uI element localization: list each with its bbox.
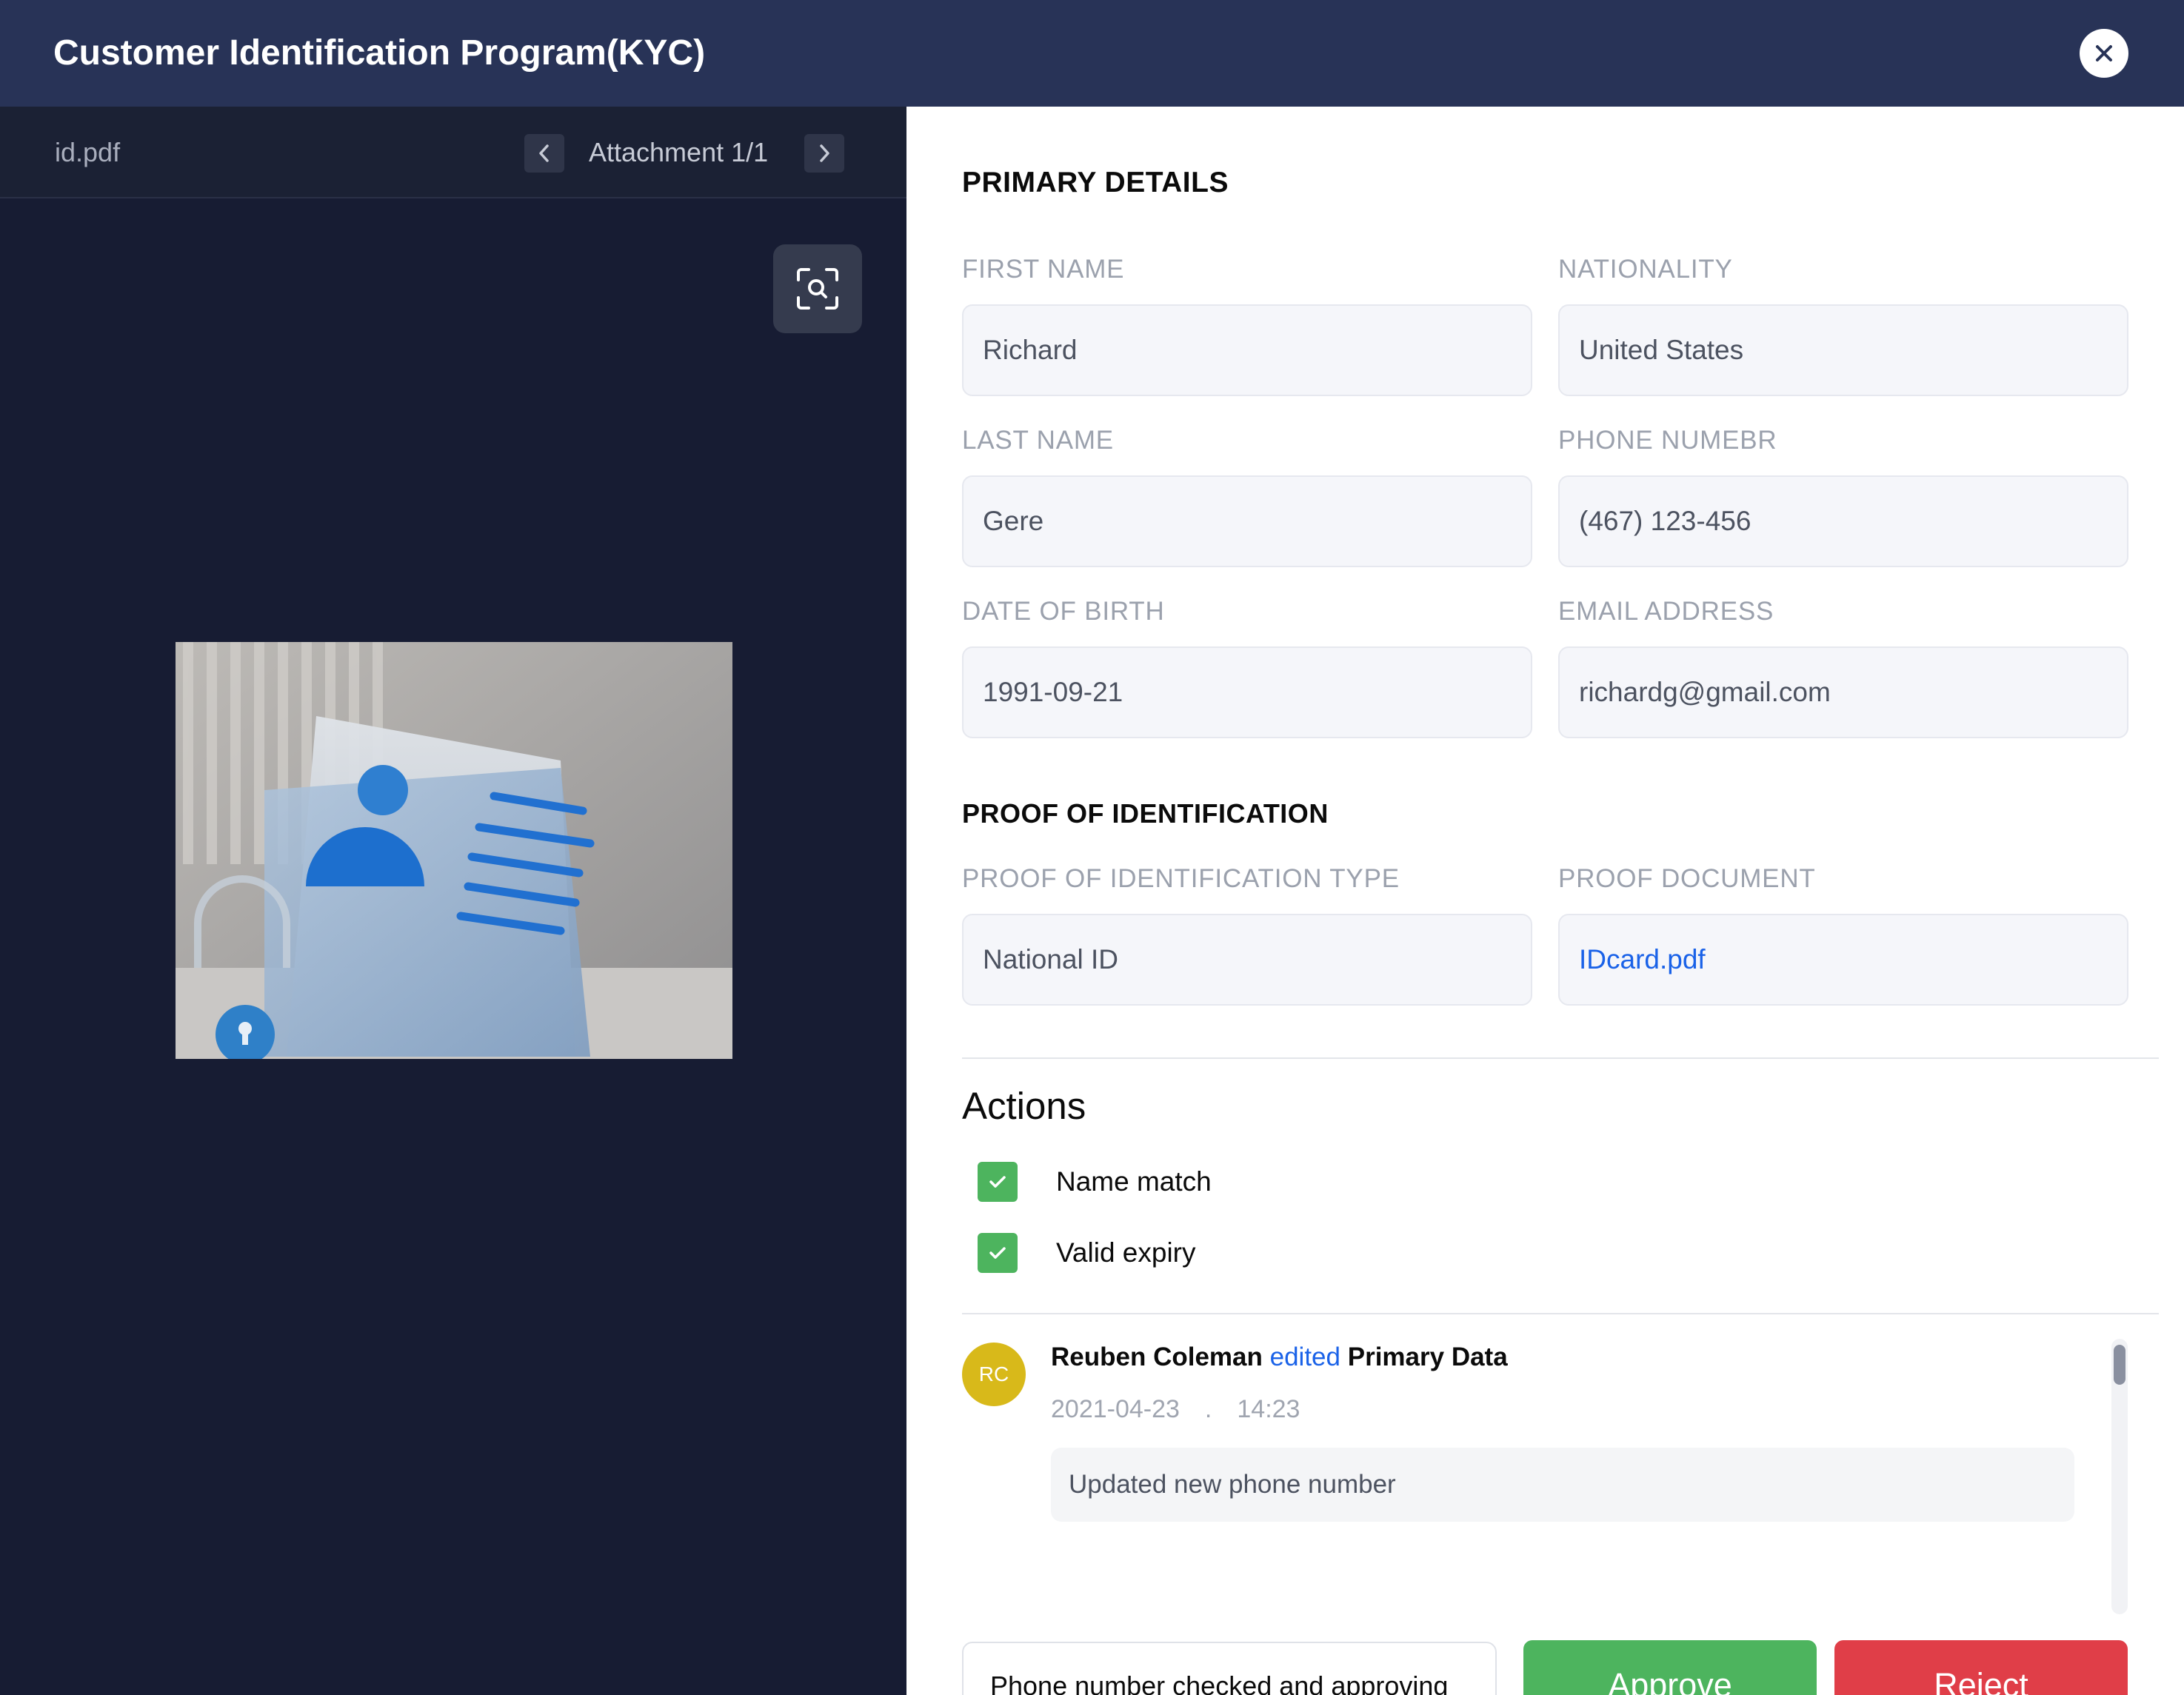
first-name-label: FIRST NAME xyxy=(962,255,1125,284)
valid-expiry-checkbox[interactable]: Valid expiry xyxy=(978,1233,1196,1273)
divider xyxy=(962,1313,2159,1314)
checkmark-icon xyxy=(989,1247,1006,1259)
proof-type-label: PROOF OF IDENTIFICATION TYPE xyxy=(962,864,1400,893)
activity-time: 14:23 xyxy=(1237,1395,1300,1423)
chevron-left-icon xyxy=(539,144,549,162)
chevron-right-icon xyxy=(820,144,829,162)
name-match-checkbox[interactable]: Name match xyxy=(978,1162,1212,1202)
next-attachment-button[interactable] xyxy=(804,134,844,173)
proof-document-link[interactable]: IDcard.pdf xyxy=(1558,914,2128,1006)
activity-note: Updated new phone number xyxy=(1051,1448,2074,1522)
viewer-toolbar: id.pdf Attachment 1/1 xyxy=(0,107,906,198)
activity-user: Reuben Coleman xyxy=(1051,1343,1263,1371)
date-of-birth-label: DATE OF BIRTH xyxy=(962,597,1165,626)
avatar: RC xyxy=(962,1343,1026,1406)
email-address-label: EMAIL ADDRESS xyxy=(1558,597,1774,626)
proof-type-field[interactable]: National ID xyxy=(962,914,1532,1006)
zoom-button[interactable] xyxy=(773,244,862,333)
activity-date: 2021-04-23 xyxy=(1051,1395,1180,1423)
details-panel: PRIMARY DETAILS FIRST NAME Richard NATIO… xyxy=(906,107,2184,1695)
attachment-counter: Attachment 1/1 xyxy=(589,137,769,167)
first-name-field[interactable]: Richard xyxy=(962,304,1532,396)
primary-details-heading: PRIMARY DETAILS xyxy=(962,167,1229,198)
email-address-field[interactable]: richardg@gmail.com xyxy=(1558,646,2128,738)
activity-object: Primary Data xyxy=(1347,1343,1508,1371)
checkbox-checked[interactable] xyxy=(978,1162,1018,1202)
zoom-scan-icon xyxy=(797,268,838,310)
document-preview-image xyxy=(176,642,732,1059)
file-name: id.pdf xyxy=(55,137,121,167)
checkbox-checked[interactable] xyxy=(978,1233,1018,1273)
close-icon xyxy=(2096,45,2112,61)
proof-of-identification-heading: PROOF OF IDENTIFICATION xyxy=(962,798,1329,829)
reject-button[interactable]: Reject xyxy=(1834,1640,2128,1695)
activity-verb: edited xyxy=(1269,1343,1340,1371)
phone-number-field[interactable]: (467) 123-456 xyxy=(1558,475,2128,567)
activity-headline: Reuben Coleman edited Primary Data xyxy=(1051,1340,1508,1374)
phone-number-label: PHONE NUMEBR xyxy=(1558,426,1777,455)
proof-document-label: PROOF DOCUMENT xyxy=(1558,864,1816,893)
last-name-field[interactable]: Gere xyxy=(962,475,1532,567)
title-bar: Customer Identification Program(KYC) xyxy=(0,0,2184,107)
valid-expiry-label: Valid expiry xyxy=(1056,1237,1196,1268)
name-match-label: Name match xyxy=(1056,1166,1212,1197)
nationality-field[interactable]: United States xyxy=(1558,304,2128,396)
document-viewer: id.pdf Attachment 1/1 xyxy=(0,107,906,1695)
timestamp-separator: . xyxy=(1204,1395,1212,1423)
actions-heading: Actions xyxy=(962,1085,1086,1127)
approve-button[interactable]: Approve xyxy=(1523,1640,1817,1695)
activity-timestamp: 2021-04-23. 14:23 xyxy=(1051,1393,1300,1425)
close-button[interactable] xyxy=(2080,29,2128,78)
checkmark-icon xyxy=(989,1176,1006,1188)
comment-input[interactable]: Phone number checked and approving xyxy=(962,1642,1497,1695)
prev-attachment-button[interactable] xyxy=(524,134,564,173)
last-name-label: LAST NAME xyxy=(962,426,1114,455)
window-title: Customer Identification Program(KYC) xyxy=(53,33,706,73)
activity-scrollbar-thumb[interactable] xyxy=(2114,1345,2125,1385)
nationality-label: NATIONALITY xyxy=(1558,255,1733,284)
date-of-birth-field[interactable]: 1991-09-21 xyxy=(962,646,1532,738)
divider xyxy=(962,1057,2159,1059)
